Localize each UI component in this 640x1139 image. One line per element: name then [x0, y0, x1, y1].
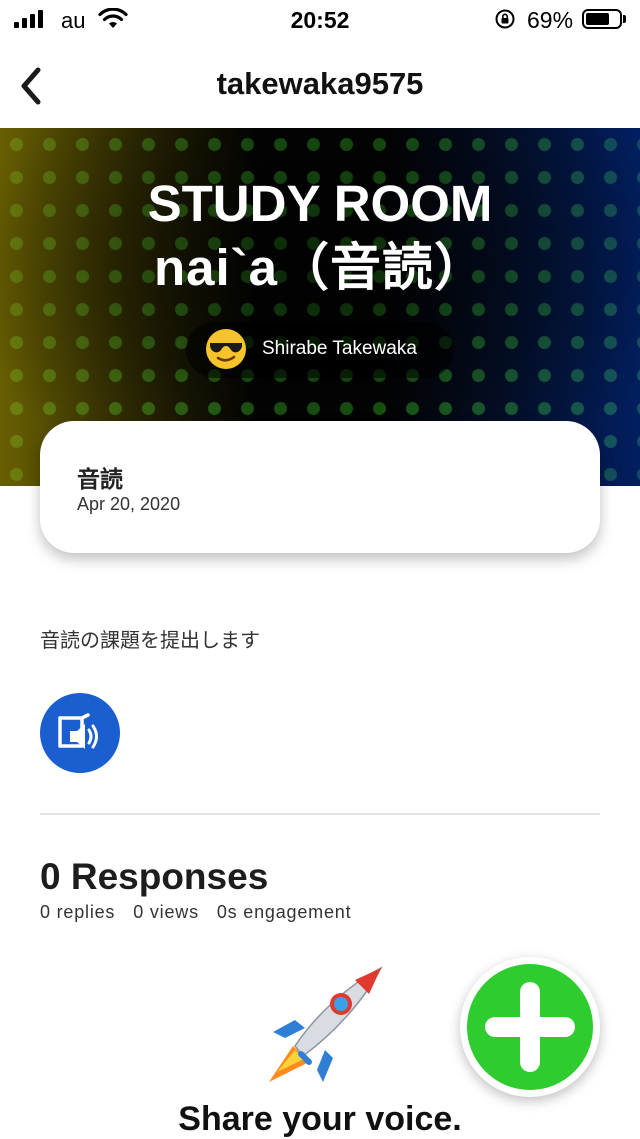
rotation-lock-icon — [495, 9, 515, 29]
divider — [40, 813, 600, 815]
replies-count: 0 replies — [40, 902, 116, 922]
battery-percent: 69% — [527, 7, 574, 33]
rocket-icon — [269, 966, 383, 1082]
response-stats: 0 replies 0 views 0s engagement — [40, 902, 351, 923]
author-name[interactable]: Shirabe Takewaka — [262, 338, 417, 360]
assignment-card[interactable] — [40, 421, 600, 553]
plus-icon — [485, 982, 575, 1072]
sunglasses-emoji-icon — [206, 329, 246, 369]
card-date: Apr 20, 2020 — [77, 494, 181, 514]
room-title-line2: nai`a（音読） — [153, 239, 487, 296]
engagement-time: 0s engagement — [216, 902, 352, 922]
room-title-line1: STUDY ROOM — [147, 175, 493, 232]
battery-tip — [623, 15, 626, 23]
card-title: 音読 — [77, 466, 123, 492]
add-response-button-fill[interactable] — [467, 964, 593, 1090]
nav-title: takewaka9575 — [216, 66, 424, 101]
responses-title: 0 Responses — [40, 856, 269, 897]
views-count: 0 views — [133, 902, 199, 922]
room-title: STUDY ROOM nai`a（音読） — [0, 172, 640, 300]
room-description: 音読の課題を提出します — [40, 630, 260, 652]
book-speaker-icon — [58, 713, 98, 749]
audio-read-button[interactable] — [40, 693, 120, 773]
empty-state-text: Share your voice. — [178, 1100, 462, 1138]
battery-icon — [582, 9, 622, 29]
status-bar: au 20:52 69% — [0, 0, 640, 40]
